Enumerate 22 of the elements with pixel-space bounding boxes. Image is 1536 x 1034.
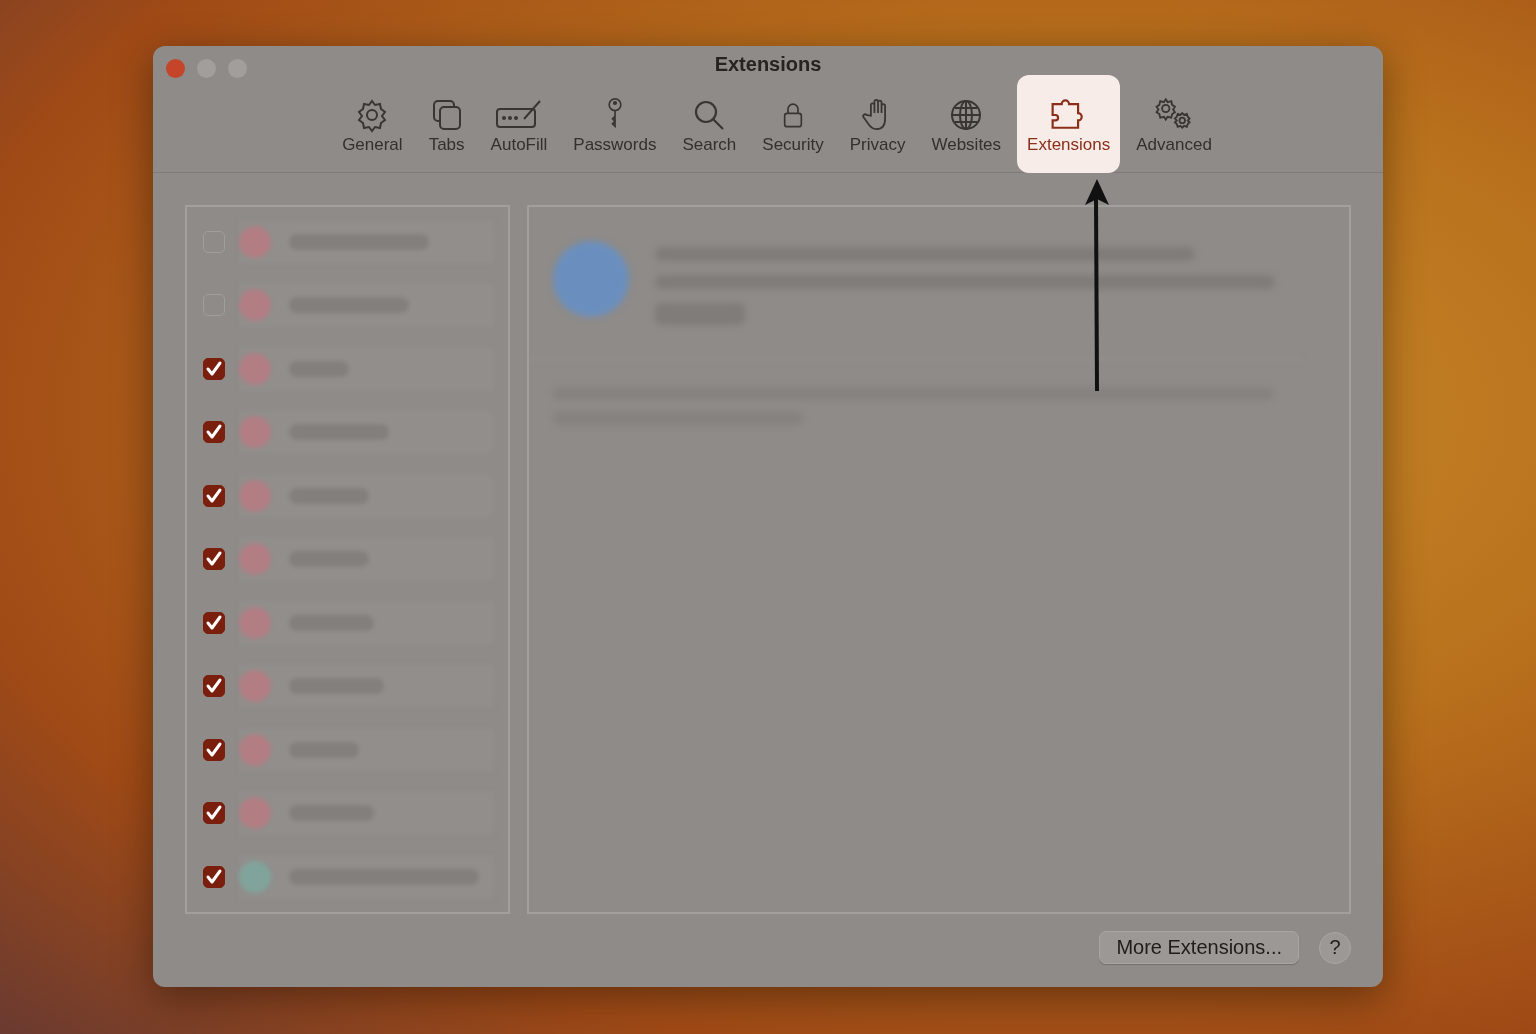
- help-button[interactable]: ?: [1319, 931, 1351, 964]
- toolbar-tab[interactable]: Privacy: [839, 75, 916, 173]
- toolbar-tab[interactable]: Passwords: [563, 75, 667, 173]
- toolbar-tab[interactable]: Search: [672, 75, 747, 173]
- checkbox[interactable]: [203, 548, 225, 571]
- more-extensions-button[interactable]: More Extensions...: [1099, 931, 1299, 964]
- checkbox[interactable]: [203, 865, 225, 888]
- toolbar-tab[interactable]: Extensions: [1017, 75, 1121, 173]
- toolbar-tab[interactable]: Security: [752, 75, 834, 173]
- checkbox[interactable]: [203, 802, 225, 825]
- toolbar-tab[interactable]: Websites: [921, 75, 1012, 173]
- toolbar-tab[interactable]: Tabs: [418, 75, 475, 173]
- checkbox[interactable]: [203, 611, 225, 634]
- toolbar-tab[interactable]: General: [332, 75, 413, 173]
- toolbar-tab[interactable]: Advanced: [1126, 75, 1222, 173]
- checkbox[interactable]: [203, 357, 225, 380]
- window-title: Extensions: [714, 52, 822, 75]
- checkbox[interactable]: [203, 484, 225, 507]
- checkbox[interactable]: [203, 675, 225, 698]
- checkbox[interactable]: [203, 421, 225, 444]
- toolbar-tab[interactable]: AutoFill: [480, 75, 558, 173]
- checkbox[interactable]: [203, 738, 225, 761]
